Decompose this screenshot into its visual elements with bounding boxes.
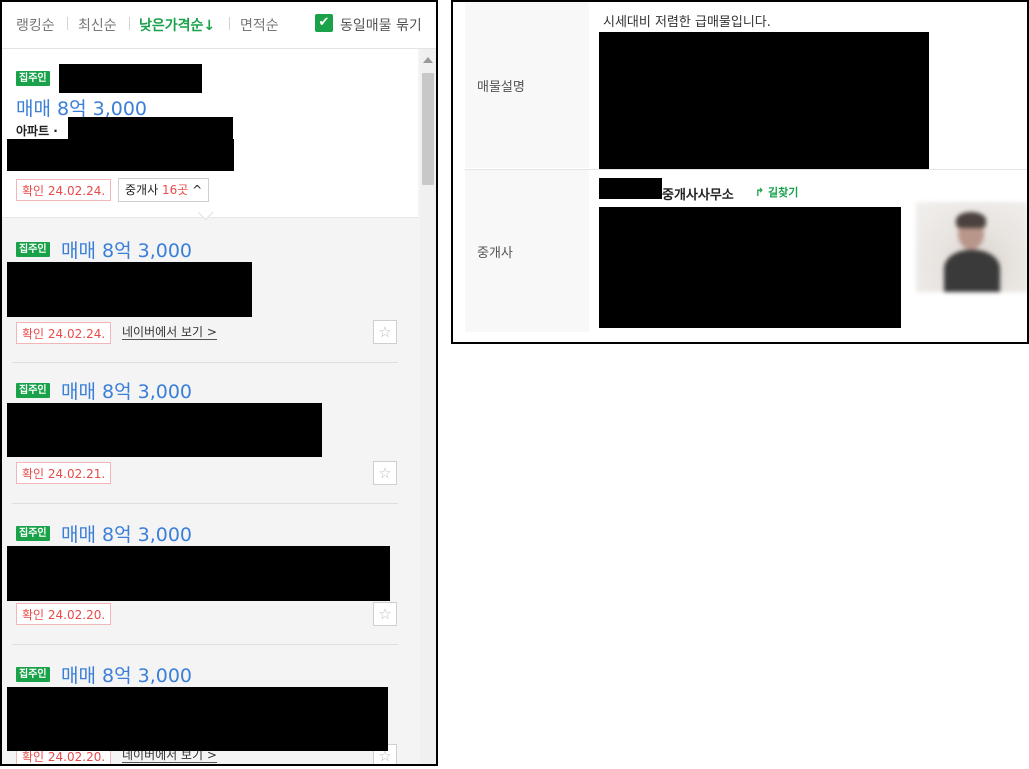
listing-price: 매매 8억 3,000 [61, 240, 193, 262]
sort-latest-tab[interactable]: 최신순 [78, 15, 117, 35]
confirm-date-badge: 확인 24.02.20. [16, 603, 112, 625]
scroll-up-arrow-icon[interactable] [423, 57, 433, 63]
agent-button-label: 중개사 [125, 183, 159, 197]
sort-ranking-tab[interactable]: 랭킹순 [16, 15, 55, 35]
owner-tag: 집주인 [16, 242, 50, 257]
listing-card[interactable]: 집주인 매매 8억 3,000 확인 24.02.24. 네이버에서 보기 > … [2, 218, 418, 362]
favorite-star-icon[interactable]: ☆ [373, 320, 397, 344]
listing-price: 매매 8억 3,000 [61, 381, 193, 403]
agent-count-button[interactable]: 중개사 16곳 ^ [118, 178, 210, 202]
owner-tag: 집주인 [16, 667, 50, 682]
scroll-thumb[interactable] [422, 73, 434, 185]
confirm-date-badge: 확인 24.02.24. [16, 179, 112, 201]
favorite-star-icon[interactable]: ☆ [373, 602, 397, 626]
view-on-naver-link[interactable]: 네이버에서 보기 > [122, 325, 217, 340]
listing-card[interactable]: 집주인 매매 8억 3,000 아파트 · 확인 24.02.24. 중개사 1… [2, 49, 418, 218]
divider [229, 17, 230, 30]
listing-card[interactable]: 집주인 매매 8억 3,000 확인 24.02.20. ☆ [2, 504, 418, 644]
divider [67, 17, 68, 30]
confirm-date-badge: 확인 24.02.21. [16, 462, 112, 484]
scrollbar[interactable] [420, 49, 436, 764]
listing-detail-panel: 매물설명 시세대비 저렴한 급매물입니다. 중개사 중개사사무소 ↱ 길찾기 [451, 0, 1029, 344]
description-text: 시세대비 저렴한 급매물입니다. [603, 15, 771, 30]
favorite-star-icon[interactable]: ☆ [373, 461, 397, 485]
redacted-block [7, 139, 234, 171]
redacted-block [59, 64, 202, 93]
agent-label: 중개사 [477, 246, 513, 261]
chevron-up-icon: ^ [192, 183, 203, 197]
redacted-block [599, 178, 662, 199]
redacted-block [7, 546, 390, 601]
sort-low-price-tab[interactable]: 낮은가격순↓ [139, 15, 215, 35]
listing-card[interactable]: 집주인 매매 8억 3,000 확인 24.02.21. ☆ [2, 363, 418, 503]
redacted-block [599, 207, 901, 328]
group-same-checkbox[interactable]: ✔ [315, 14, 333, 32]
agent-office-name: 중개사사무소 [662, 188, 734, 203]
listing-panel: 랭킹순 최신순 낮은가격순↓ 면적순 ✔ 동일매물 묶기 집주인 매매 8억 3… [0, 0, 438, 766]
divider [129, 17, 130, 30]
agent-count: 16곳 [161, 183, 189, 197]
directions-link[interactable]: ↱ 길찾기 [755, 184, 798, 200]
listing-price: 매매 8억 3,000 [61, 665, 193, 687]
redacted-block [599, 32, 929, 170]
group-same-label[interactable]: 동일매물 묶기 [340, 15, 422, 35]
redacted-block [7, 403, 322, 457]
redacted-block [7, 262, 252, 317]
agent-photo [916, 202, 1027, 292]
owner-tag: 집주인 [16, 526, 50, 541]
listing-card[interactable]: 집주인 매매 8억 3,000 확인 24.02.20. 네이버에서 보기 > … [2, 645, 418, 764]
owner-tag: 집주인 [16, 71, 50, 86]
sort-area-tab[interactable]: 면적순 [240, 15, 279, 35]
confirm-date-badge: 확인 24.02.24. [16, 322, 112, 344]
owner-tag: 집주인 [16, 383, 50, 398]
redacted-block [7, 687, 388, 751]
property-type: 아파트 · [16, 124, 58, 138]
listing-price: 매매 8억 3,000 [61, 524, 193, 546]
sort-bar: 랭킹순 최신순 낮은가격순↓ 면적순 ✔ 동일매물 묶기 [2, 2, 436, 49]
description-label: 매물설명 [477, 80, 525, 95]
redacted-block [68, 117, 233, 139]
